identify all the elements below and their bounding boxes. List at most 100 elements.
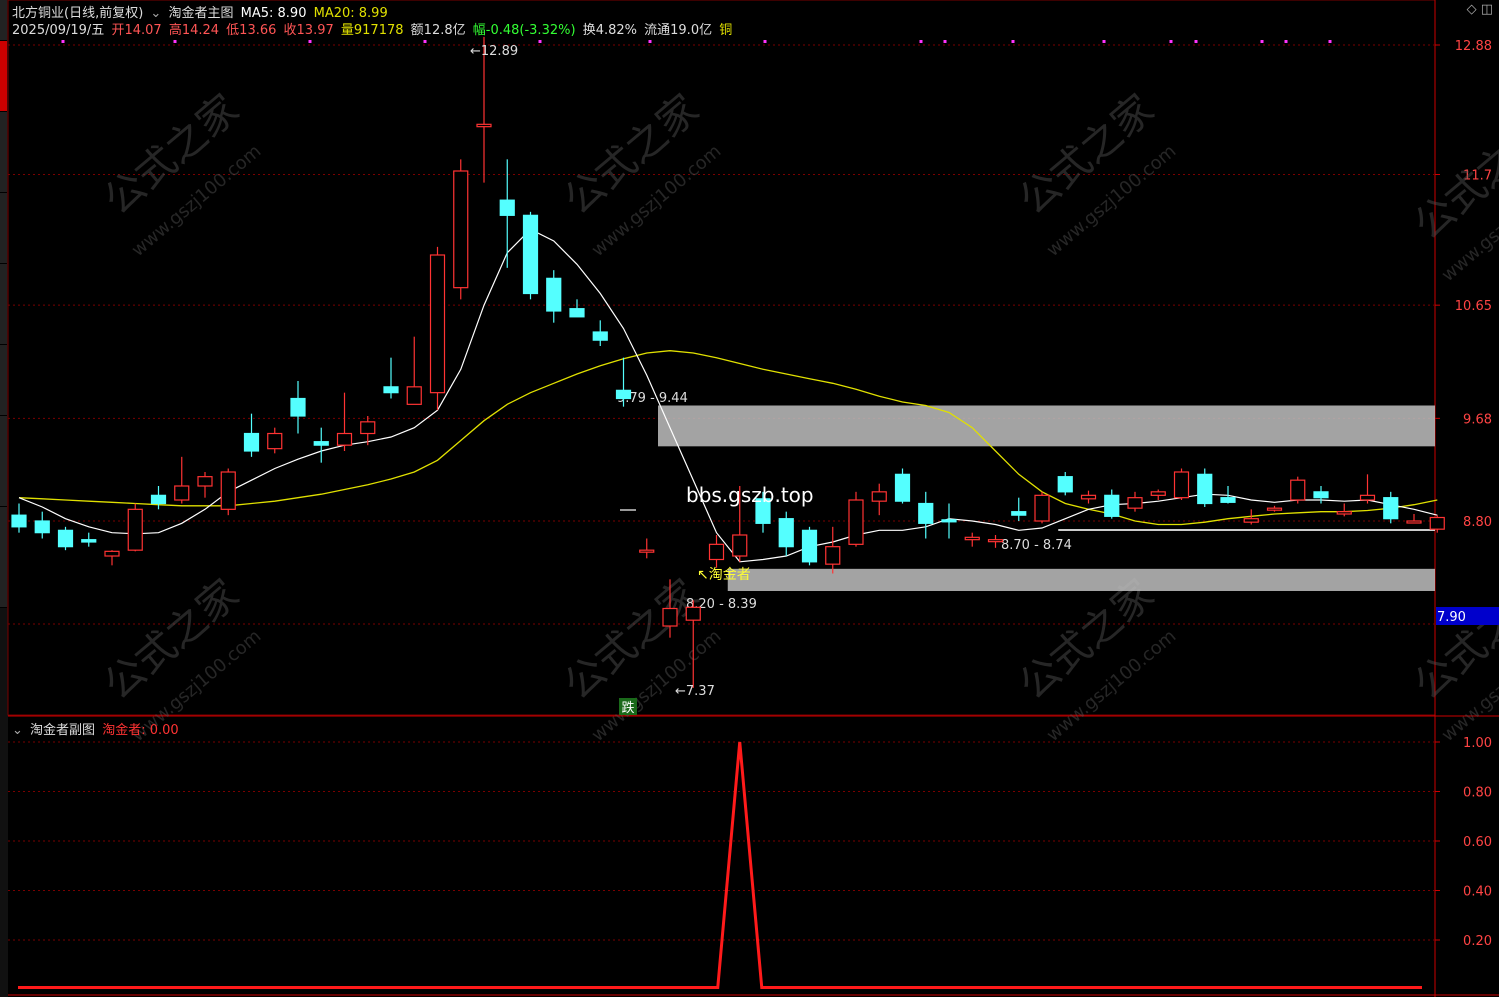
main-header-line2: 2025/09/19/五 开14.07 高14.24 低13.66 收13.97… (12, 19, 735, 38)
top-marker (1284, 40, 1288, 43)
price-zone-band (658, 405, 1435, 447)
price-tick-label: 9.68 (1463, 412, 1492, 427)
candle-body (57, 529, 74, 548)
candle-body (267, 432, 283, 450)
candle-body (1173, 471, 1190, 499)
high-value: 高14.24 (168, 23, 220, 38)
last-price-label: 7.90 (1437, 610, 1466, 625)
top-marker (1260, 40, 1264, 43)
signal-line (18, 741, 1422, 989)
candle-body (825, 546, 841, 565)
top-marker (763, 40, 767, 43)
sub-tick-label: 1.00 (1463, 736, 1492, 751)
top-marker (1328, 40, 1332, 43)
sub-tick-label: 0.20 (1463, 934, 1492, 949)
candle-body (81, 539, 97, 543)
layout-toggle-icon[interactable]: ◫ (1481, 2, 1493, 17)
candle-body (243, 432, 260, 452)
candle-body (662, 607, 678, 627)
candle-body (150, 494, 167, 505)
watermark-text: 公式之家 (1011, 86, 1163, 224)
candle-body (1150, 491, 1166, 496)
candle-body (871, 491, 887, 502)
sub-series-value: 淘金者: 0.00 (102, 723, 179, 738)
change-value: 幅-0.48(-3.32%) (472, 23, 576, 38)
top-marker (1169, 40, 1173, 43)
candle-body (1313, 491, 1329, 499)
candle-body (894, 473, 911, 502)
candle-body (499, 199, 515, 216)
candle-body (1336, 511, 1352, 515)
top-marker (308, 40, 312, 43)
top-marker (173, 40, 177, 43)
candle-body (383, 386, 399, 394)
sub-indicator-name[interactable]: 淘金者副图 (30, 723, 95, 738)
price-tick-label: 10.65 (1455, 299, 1492, 314)
candle-body (848, 499, 864, 545)
candle-body (220, 471, 236, 510)
window-controls: ◇ ◫ (1467, 2, 1493, 17)
candle-body (476, 123, 492, 128)
price-zone-band (727, 568, 1435, 591)
candle-body (708, 543, 725, 561)
candle-body (1383, 497, 1399, 520)
candle-body (918, 502, 934, 524)
candle-body (1011, 511, 1027, 516)
ma5-line (18, 228, 1438, 563)
top-marker (61, 40, 65, 43)
candle-body (1057, 476, 1073, 493)
top-marker (538, 40, 542, 43)
candle-body (1080, 494, 1097, 500)
candle-body (453, 170, 469, 289)
fall-label: 跌 (621, 700, 634, 716)
candle-body (964, 536, 980, 541)
float-value: 流通19.0亿 (644, 23, 713, 38)
sector-value[interactable]: 铜 (719, 23, 732, 38)
candle-body (569, 308, 585, 318)
candle-body (1359, 494, 1376, 501)
candle-body (174, 485, 190, 501)
candle-body (11, 514, 27, 528)
open-value: 开14.07 (111, 23, 162, 38)
candle-body (127, 508, 143, 551)
watermark-text: 公式之家 (96, 571, 248, 709)
zone2-label: 8.70 - 8.74 (1001, 538, 1072, 553)
candle-body (941, 519, 957, 523)
candle-body (778, 518, 794, 548)
top-marker (1102, 40, 1106, 43)
sub-tick-label: 0.80 (1463, 786, 1492, 801)
candle-body (522, 214, 539, 295)
low-label: ←7.37 (675, 684, 715, 699)
candle-body (429, 254, 446, 394)
candle-body (615, 389, 632, 400)
candle-body (336, 432, 353, 446)
candle-body (1406, 520, 1422, 524)
candle-body (406, 386, 422, 405)
candle-body (546, 277, 562, 312)
candle-body (1429, 516, 1445, 530)
candle-body (34, 520, 50, 534)
volume-value: 量917178 (340, 23, 404, 38)
turnover-value: 换4.82% (582, 23, 637, 38)
sub-tick-label: 0.40 (1463, 885, 1492, 900)
candle-body (685, 606, 701, 621)
price-tick-label: 8.80 (1463, 515, 1492, 530)
candle-body (1220, 497, 1236, 503)
top-marker (423, 40, 427, 43)
candle-body (290, 397, 306, 417)
candle-body (197, 476, 213, 487)
candle-body (1127, 497, 1143, 509)
close-value: 收13.97 (283, 23, 334, 38)
candle-body (1197, 473, 1213, 505)
watermark-text: 公式之家 (1406, 111, 1499, 249)
date-value: 2025/09/19/五 (12, 23, 105, 38)
diamond-icon[interactable]: ◇ (1467, 2, 1477, 17)
amount-value: 额12.8亿 (410, 23, 466, 38)
candle-body (104, 550, 120, 557)
candle-body (801, 529, 818, 563)
candle-body (639, 549, 655, 553)
candle-body (1034, 494, 1050, 522)
chevron-down-icon[interactable]: ⌄ (12, 723, 23, 738)
candlestick-chart[interactable]: 12.8811.710.659.688.80公式之家www.gszj100.co… (0, 0, 1499, 997)
top-marker (1194, 40, 1198, 43)
